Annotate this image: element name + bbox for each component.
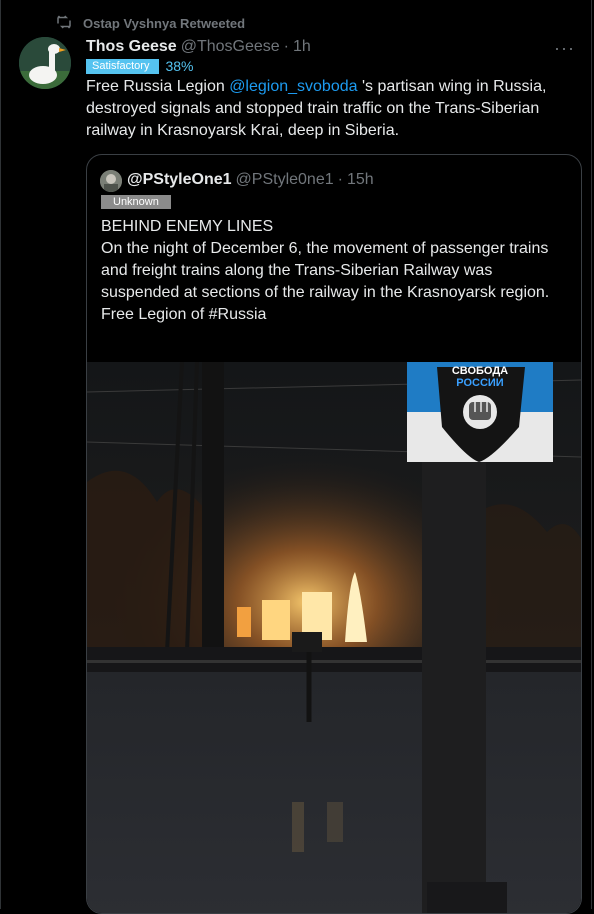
quote-line-heading: BEHIND ENEMY LINES bbox=[101, 218, 274, 235]
more-options-icon[interactable]: ··· bbox=[554, 38, 575, 59]
quote-header: @PStyleOne1 @PStyle0ne1 · 15h bbox=[127, 171, 374, 189]
retweet-indicator: Ostap Vyshnya Retweeted bbox=[55, 14, 245, 33]
quote-text: BEHIND ENEMY LINES On the night of Decem… bbox=[101, 216, 571, 326]
tweet-container: Ostap Vyshnya Retweeted Thos Geese @Thos… bbox=[0, 0, 592, 914]
quote-timestamp[interactable]: 15h bbox=[347, 171, 374, 189]
separator-dot: · bbox=[283, 38, 289, 55]
retweet-icon bbox=[55, 14, 73, 33]
display-name[interactable]: Thos Geese bbox=[86, 38, 177, 56]
quote-handle[interactable]: @PStyle0ne1 bbox=[236, 171, 334, 189]
rating-label: Satisfactory bbox=[86, 58, 160, 74]
tweet-header: Thos Geese @ThosGeese · 1h bbox=[86, 38, 311, 56]
rating-badge: Satisfactory 38% bbox=[86, 58, 194, 74]
timestamp[interactable]: 1h bbox=[293, 38, 311, 56]
retweet-label[interactable]: Ostap Vyshnya Retweeted bbox=[83, 16, 245, 31]
tweet-text-start: Free Russia Legion bbox=[86, 78, 230, 95]
quote-line-body: On the night of December 6, the movement… bbox=[101, 240, 550, 301]
quote-media-video[interactable]: СВОБОДА РОССИИ bbox=[87, 362, 581, 913]
tweet-text: Free Russia Legion @legion_svoboda 's pa… bbox=[86, 76, 576, 142]
avatar[interactable] bbox=[19, 37, 71, 89]
legion-flag-logo: СВОБОДА РОССИИ bbox=[407, 362, 553, 462]
logo-text-top: СВОБОДА bbox=[452, 365, 508, 377]
unknown-badge: Unknown bbox=[101, 195, 171, 209]
mention-link[interactable]: @legion_svoboda bbox=[229, 78, 357, 95]
quote-line-hashtag: Free Legion of #Russia bbox=[101, 306, 267, 323]
quoted-tweet[interactable]: @PStyleOne1 @PStyle0ne1 · 15h Unknown BE… bbox=[86, 154, 582, 914]
quote-display-name[interactable]: @PStyleOne1 bbox=[127, 171, 232, 189]
logo-text-bottom: РОССИИ bbox=[456, 377, 504, 389]
quote-avatar[interactable] bbox=[100, 170, 122, 192]
user-handle[interactable]: @ThosGeese bbox=[181, 38, 280, 56]
quote-separator-dot: · bbox=[337, 171, 343, 188]
rating-percent: 38% bbox=[165, 58, 194, 74]
